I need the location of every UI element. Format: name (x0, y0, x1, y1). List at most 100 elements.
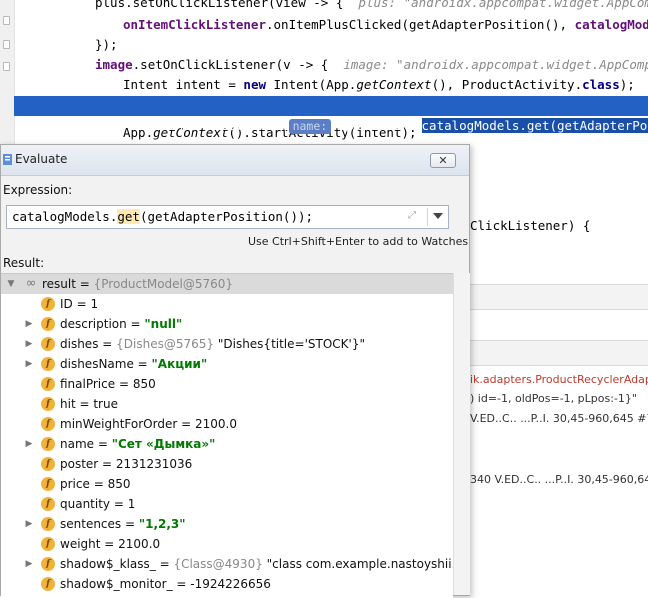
field-icon: f (41, 377, 55, 391)
field-row[interactable]: f hit = true (1, 394, 453, 414)
vertical-scrollbar[interactable] (453, 273, 470, 595)
expand-editor-icon[interactable]: ⤢ (406, 210, 418, 222)
result-root-row[interactable]: ▼ ∞ result = {ProductModel@5760} (1, 274, 453, 294)
field-icon: f (41, 457, 55, 471)
code-line[interactable]: plus.setOnClickListener(view -> { plus: … (95, 0, 648, 13)
code-token: Intent(App. (273, 77, 357, 92)
field-value: 850 (132, 377, 156, 391)
field-row[interactable]: ▶ f description = "null" (1, 314, 453, 334)
field-icon: f (41, 397, 55, 411)
history-dropdown-icon[interactable] (433, 213, 443, 219)
field-text: name = "Сет «Дымка»" (60, 437, 216, 451)
code-line[interactable]: onItemClickListener.onItemPlusClicked(ge… (123, 15, 648, 35)
code-token: (), ProductActivity. (431, 77, 583, 92)
field-icon: f (41, 497, 55, 511)
code-string-product: "product" (338, 118, 407, 133)
evaluate-icon (3, 154, 12, 165)
field-icon: f (41, 577, 55, 591)
code-token: setOnClickListener (132, 0, 269, 10)
field-value: "Акции" (151, 357, 208, 371)
field-value: true (93, 397, 118, 411)
expression-input[interactable]: catalogModels.get(getAdapterPosition());… (6, 205, 449, 229)
watches-hint: Use Ctrl+Shift+Enter to add to Watches (248, 235, 469, 248)
field-text: description = "null" (60, 317, 183, 331)
field-name: price (60, 477, 90, 491)
field-row[interactable]: f weight = 2100.0 (1, 534, 453, 554)
field-text: ID = 1 (60, 297, 99, 311)
field-row[interactable]: ▶ f dishesName = "Акции" (1, 354, 453, 374)
field-row[interactable]: ▶ f name = "Сет «Дымка»" (1, 434, 453, 454)
field-value: 2100.0 (194, 417, 237, 431)
result-name: result (42, 277, 76, 291)
field-icon: f (41, 417, 55, 431)
field-row[interactable]: f price = 850 (1, 474, 453, 494)
field-name: sentences (60, 517, 122, 531)
log-line: ) id=-1, oldPos=-1, pLpos:-1}" (470, 392, 637, 405)
field-row[interactable]: f poster = 2131231036 (1, 454, 453, 474)
field-value: 2100.0 (118, 537, 161, 551)
expand-arrow-icon[interactable]: ▶ (23, 334, 35, 354)
field-value: "Сет «Дымка»" (111, 437, 216, 451)
field-text: shadow$_klass_ = {Class@4930} "class com… (60, 554, 453, 574)
field-tostring: "Dishes{title='STOCK'}" (217, 337, 365, 351)
code-token: image (95, 57, 133, 72)
collapse-arrow-icon[interactable]: ▼ (5, 274, 17, 294)
field-text: dishes = {Dishes@5765} "Dishes{title='ST… (60, 337, 365, 351)
selected-expression[interactable]: catalogModels.get(getAdapterPosition()))… (421, 118, 648, 133)
code-token: Intent intent = (123, 77, 244, 92)
field-text: weight = 2100.0 (60, 537, 161, 551)
field-row[interactable]: f quantity = 1 (1, 494, 453, 514)
expand-arrow-icon[interactable]: ▶ (23, 554, 35, 574)
result-ref: {ProductModel@5760} (93, 277, 234, 291)
field-name: minWeightForOrder (60, 417, 178, 431)
field-row[interactable]: f shadow$_monitor_ = -1924226656 (1, 574, 453, 594)
code-line[interactable]: Intent intent = new Intent(App.getContex… (123, 75, 648, 95)
code-line[interactable]: ClickListener) { (470, 216, 590, 236)
field-icon: f (41, 437, 55, 451)
log-line: 340 V.ED..C.. ...P..I. 30,45-960,645 # (470, 473, 648, 486)
fold-marker[interactable] (3, 40, 10, 49)
current-execution-line[interactable]: intent.putExtra(name: "product", catalog… (14, 96, 648, 134)
field-name: name (60, 437, 95, 451)
field-icon: f (41, 557, 55, 571)
field-row[interactable]: f minWeightForOrder = 2100.0 (1, 414, 453, 434)
expand-arrow-icon[interactable]: ▶ (23, 354, 35, 374)
field-name: finalPrice (60, 377, 116, 391)
log-line: V.ED..C.. ...P..I. 30,45-960,645 #7f0a0 (470, 412, 648, 425)
log-line: ik.adapters.ProductRecyclerAdapt (470, 373, 648, 386)
field-text: minWeightForOrder = 2100.0 (60, 417, 237, 431)
expression-text[interactable]: catalogModels.get(getAdapterPosition()); (12, 209, 313, 224)
expand-arrow-icon[interactable]: ▶ (23, 434, 35, 454)
code-line[interactable]: image.setOnClickListener(v -> { image: "… (95, 55, 648, 75)
field-row[interactable]: ▶ f sentences = "1,2,3" (1, 514, 453, 534)
field-icon: f (41, 297, 55, 311)
field-value: 1 (127, 497, 136, 511)
expand-arrow-icon[interactable]: ▶ (23, 514, 35, 534)
expand-arrow-icon[interactable]: ▶ (23, 314, 35, 334)
field-text: hit = true (60, 397, 118, 411)
panel-header (470, 340, 648, 366)
code-token: ); (619, 77, 648, 92)
field-icon: f (41, 357, 55, 371)
field-text: shadow$_monitor_ = -1924226656 (60, 577, 271, 591)
close-button[interactable]: ✕ (430, 153, 456, 168)
field-row[interactable]: f finalPrice = 850 (1, 374, 453, 394)
field-row[interactable]: ▶ f shadow$_klass_ = {Class@4930} "class c… (1, 554, 453, 574)
expression-part: (getAdapterPosition()); (139, 209, 314, 224)
field-row[interactable]: f ID = 1 (1, 294, 453, 314)
code-token: catalogModels (574, 17, 648, 32)
code-line[interactable]: }); (95, 35, 118, 55)
field-icon: f (41, 537, 55, 551)
result-tree[interactable]: ▼ ∞ result = {ProductModel@5760} f ID = 1… (1, 273, 453, 598)
code-token: plus. (95, 0, 133, 10)
panel-header (470, 284, 648, 310)
code-token: onItemClickListener (123, 17, 266, 32)
close-icon: ✕ (438, 154, 448, 167)
field-name: shadow$_klass_ (60, 557, 156, 571)
field-row[interactable]: ▶ f dishes = {Dishes@5765} "Dishes{title='… (1, 334, 453, 354)
fold-marker[interactable] (3, 16, 10, 25)
dialog-titlebar[interactable]: Evaluate ✕ (1, 145, 469, 176)
field-value: 850 (107, 477, 131, 491)
fold-marker[interactable] (3, 62, 10, 71)
code-token: new (243, 77, 274, 92)
